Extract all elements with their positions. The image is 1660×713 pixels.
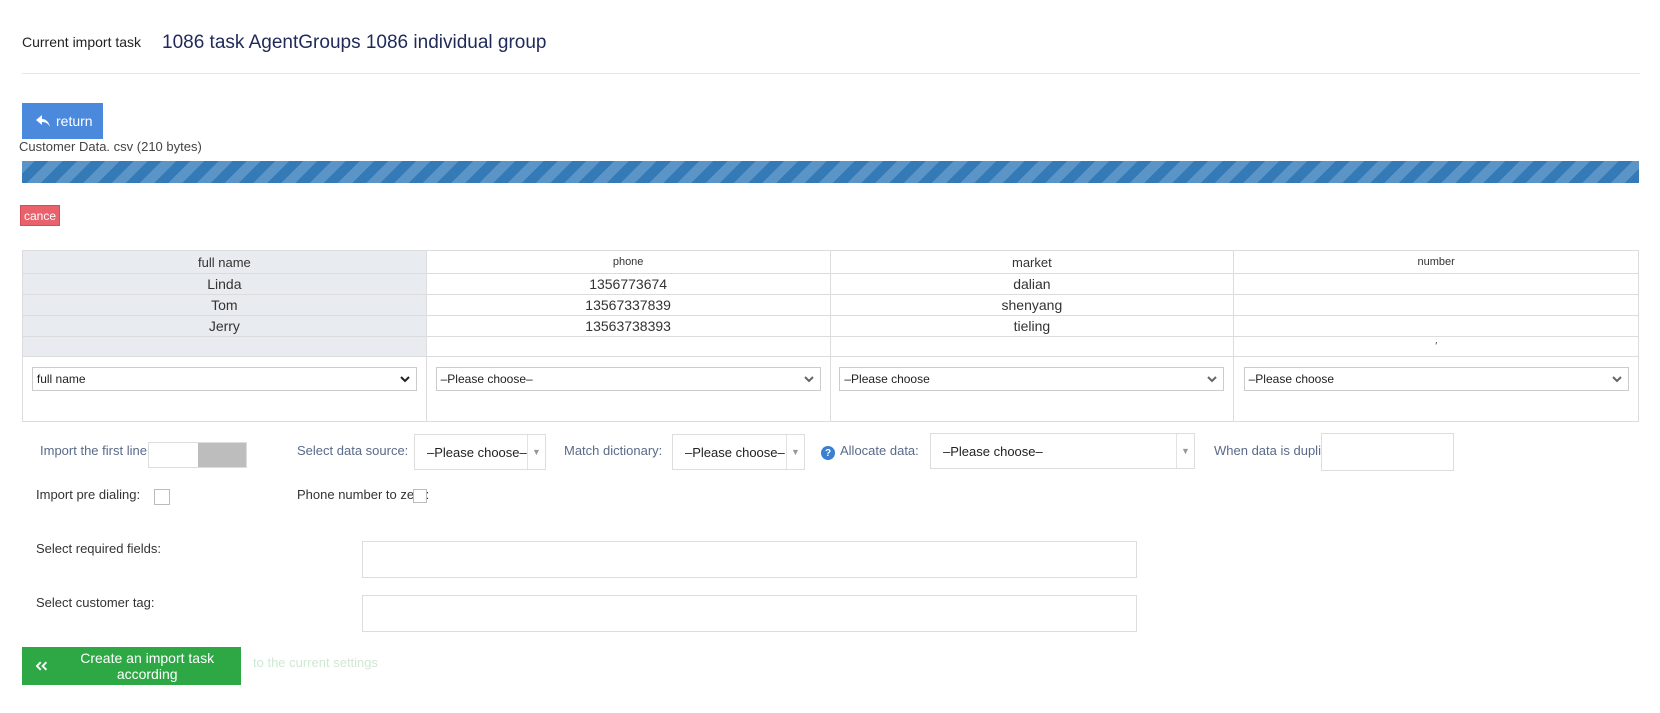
mapping-row: full name –Please choose– –Please choose (23, 357, 1638, 421)
chevron-down-icon (400, 375, 410, 382)
return-label: return (56, 113, 93, 129)
table-cell (830, 337, 1235, 357)
upload-progress-bar (22, 161, 1639, 183)
customer-tag-input[interactable] (362, 595, 1137, 632)
create-button-overflow-text: to the current settings (253, 655, 379, 670)
required-fields-input[interactable] (362, 541, 1137, 578)
match-dictionary-select[interactable]: –Please choose– ▼ (672, 434, 805, 470)
data-source-select[interactable]: –Please choose– ▼ (414, 434, 546, 470)
pre-dialing-checkbox[interactable] (154, 489, 170, 505)
return-button[interactable]: return (22, 103, 103, 139)
question-circle-icon[interactable]: ? (821, 446, 835, 460)
match-dictionary-value: –Please choose– (685, 444, 785, 460)
column-header: full name (23, 251, 427, 274)
table-cell: dalian (830, 274, 1235, 295)
mapping-select[interactable]: –Please choose (839, 367, 1225, 391)
caret-down-icon: ▼ (1176, 434, 1194, 468)
table-cell: Tom (23, 295, 427, 316)
table-row: ′ (23, 337, 1638, 357)
import-first-line-toggle[interactable] (148, 442, 247, 468)
caret-down-icon: ▼ (786, 435, 804, 469)
double-chevron-left-icon (36, 661, 48, 671)
mapping-cell: –Please choose (1234, 357, 1638, 421)
table-cell: tieling (830, 316, 1235, 337)
create-import-task-button[interactable]: Create an import task according (22, 647, 241, 685)
cancel-button[interactable]: cance (20, 205, 60, 226)
toggle-knob (198, 443, 246, 467)
table-cell (1234, 316, 1638, 337)
mapping-select-value: –Please choose (844, 372, 930, 386)
match-dictionary-label: Match dictionary: (564, 443, 663, 458)
table-cell: ′ (1234, 337, 1638, 357)
table-row: Jerry 13563738393 tieling (23, 316, 1638, 337)
mapping-select[interactable]: –Please choose (1243, 367, 1629, 391)
caret-down-icon: ▼ (527, 435, 545, 469)
mapping-select[interactable]: full name (31, 367, 417, 391)
table-cell: 1356773674 (426, 274, 831, 295)
trailing-mark: ′ (1435, 341, 1438, 352)
table-cell (1234, 274, 1638, 295)
preview-table: full name phone market number Linda 1356… (22, 250, 1639, 422)
create-button-label: Create an import task according (80, 650, 215, 682)
required-fields-label: Select required fields: (36, 541, 162, 556)
table-row: Tom 13567337839 shenyang (23, 295, 1638, 316)
table-cell: Jerry (23, 316, 427, 337)
chevron-down-icon (1611, 375, 1622, 382)
table-row: Linda 1356773674 dalian (23, 274, 1638, 295)
pre-dialing-label: Import pre dialing: (36, 487, 141, 502)
duplicated-select[interactable] (1321, 433, 1454, 471)
table-cell (426, 337, 831, 357)
mapping-select-value: –Please choose– (440, 372, 533, 386)
table-cell: shenyang (830, 295, 1235, 316)
data-source-label: Select data source: (297, 443, 409, 458)
mapping-select-value: full name (36, 372, 86, 386)
mapping-cell: full name (23, 357, 427, 421)
phone-zero-checkbox[interactable] (413, 489, 427, 503)
import-page: Current import task 1086 task AgentGroup… (0, 0, 1660, 713)
allocate-data-value: –Please choose– (943, 443, 1043, 459)
reply-icon (36, 115, 50, 127)
data-source-value: –Please choose– (427, 444, 527, 460)
column-header: market (830, 251, 1235, 274)
table-cell (23, 337, 427, 357)
mapping-select[interactable]: –Please choose– (435, 367, 821, 391)
chevron-down-icon (803, 375, 814, 382)
table-cell: Linda (23, 274, 427, 295)
file-info: Customer Data. csv (210 bytes) (19, 139, 202, 154)
allocate-data-select[interactable]: –Please choose– ▼ (930, 433, 1195, 469)
import-first-line-label: Import the first line: (40, 443, 151, 458)
customer-tag-label: Select customer tag: (36, 595, 155, 610)
chevron-down-icon (1207, 375, 1218, 382)
mapping-cell: –Please choose (831, 357, 1235, 421)
table-cell: 13563738393 (426, 316, 831, 337)
allocate-data-label: Allocate data: (840, 443, 919, 458)
task-name: 1086 task AgentGroups 1086 individual gr… (162, 32, 547, 53)
task-header: Current import task 1086 task AgentGroup… (22, 28, 1640, 74)
mapping-select-value: –Please choose (1248, 372, 1335, 386)
table-cell (1234, 295, 1638, 316)
column-header: number (1234, 251, 1638, 274)
table-cell: 13567337839 (426, 295, 831, 316)
mapping-cell: –Please choose– (427, 357, 831, 421)
table-header-row: full name phone market number (23, 251, 1638, 274)
phone-zero-label: Phone number to zero: (297, 487, 430, 502)
column-header: phone (426, 251, 831, 274)
task-label: Current import task (22, 34, 142, 50)
